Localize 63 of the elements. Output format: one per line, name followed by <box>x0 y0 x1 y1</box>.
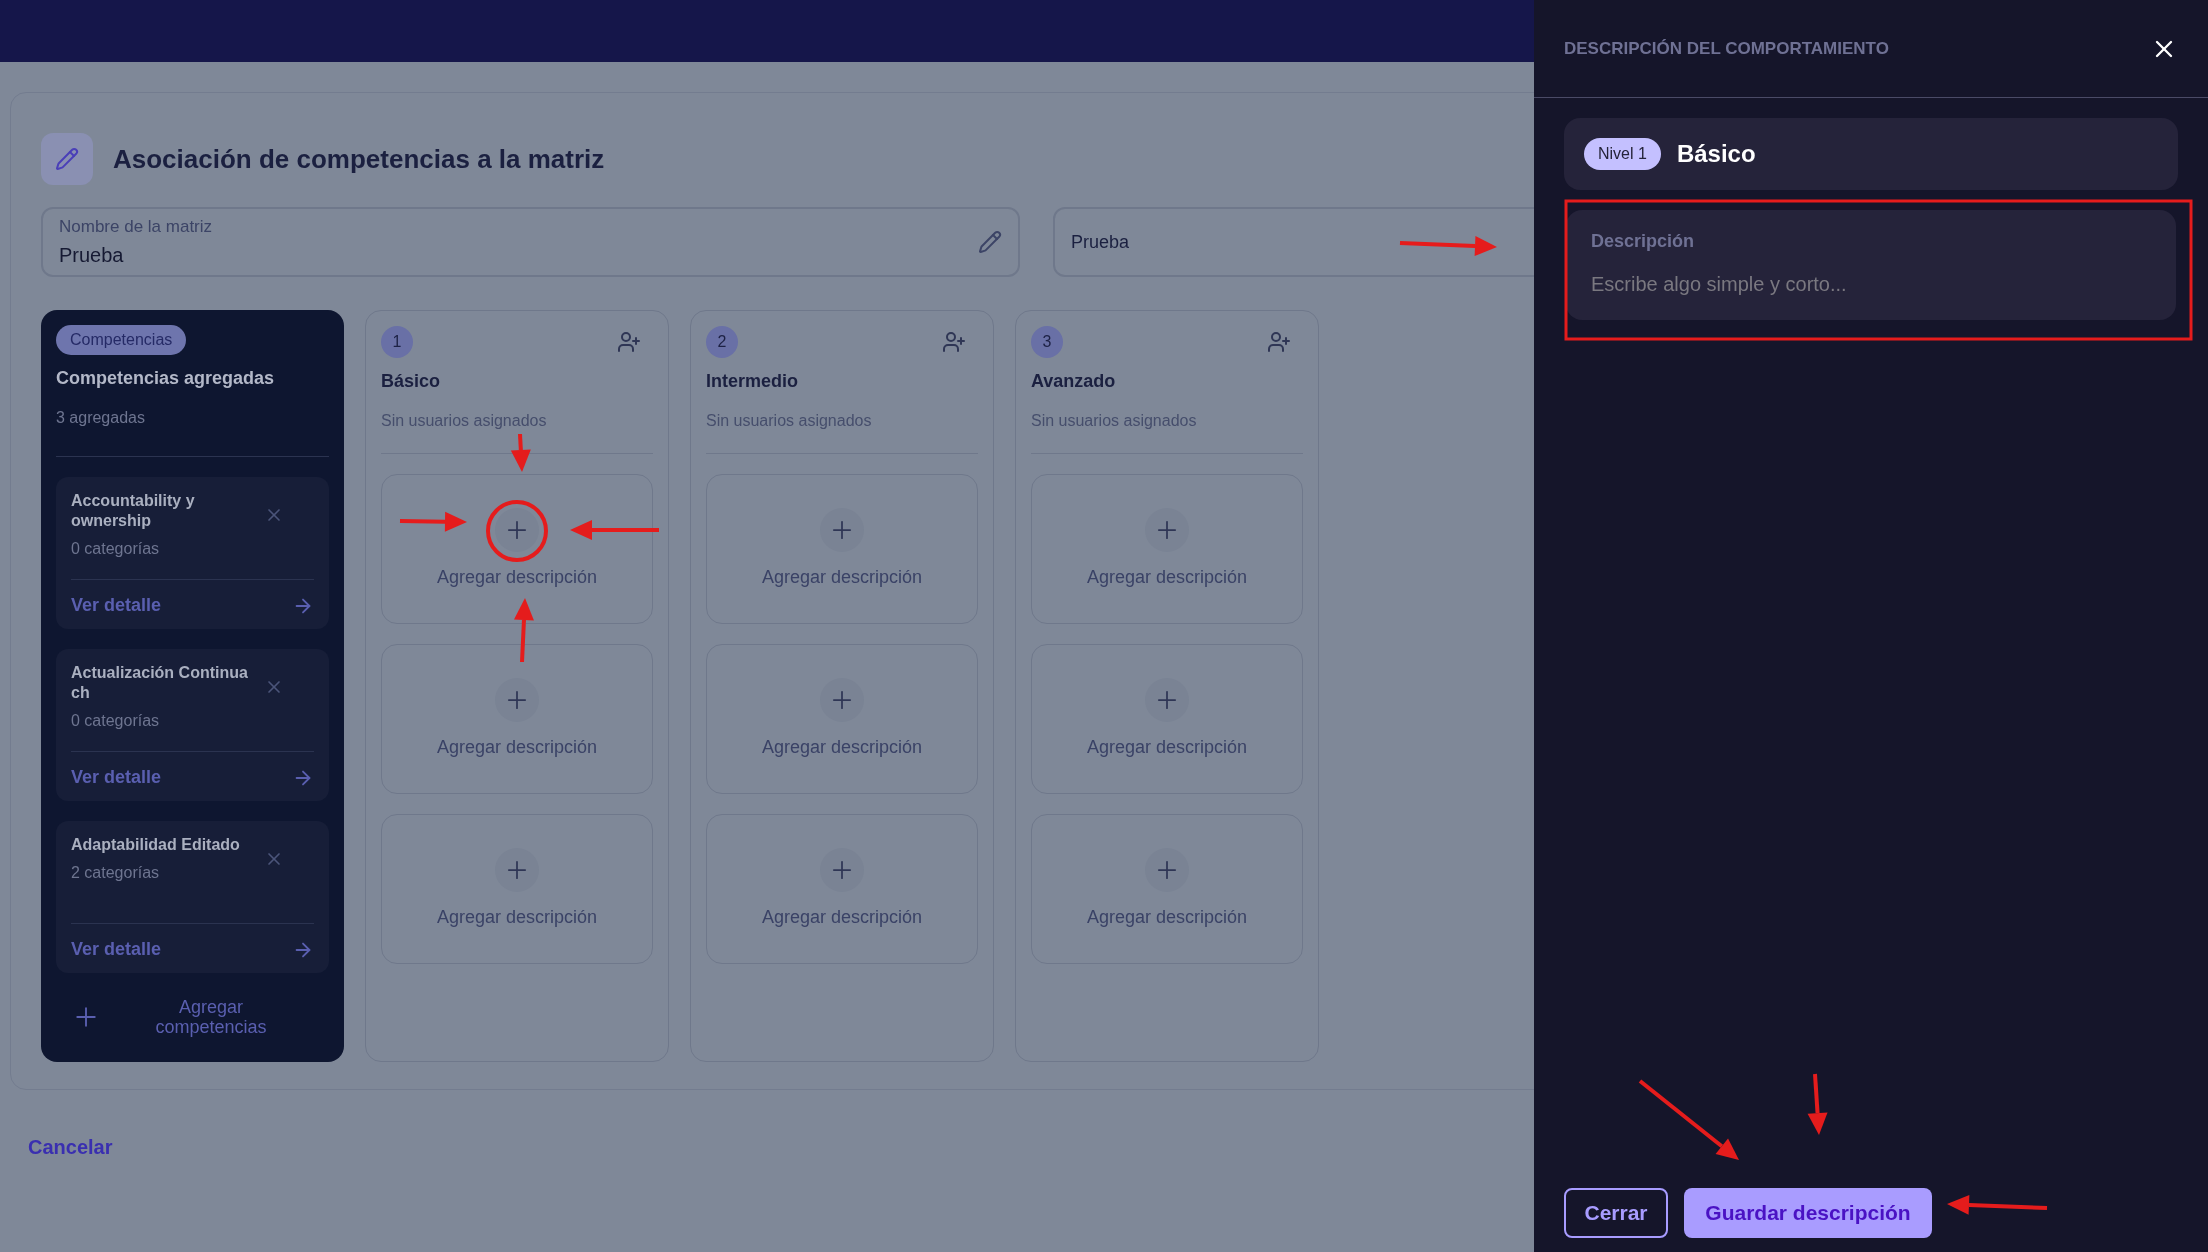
plus-icon <box>495 847 539 892</box>
category-count: 0 categorías <box>71 539 161 559</box>
add-description-card[interactable]: Agregar descripción <box>706 644 978 794</box>
field-label: Nombre de la matriz <box>59 216 213 239</box>
detail-link[interactable]: Ver detalle <box>71 764 162 791</box>
cancel-link[interactable]: Cancelar <box>28 1132 1534 1162</box>
add-user-icon[interactable] <box>942 330 966 354</box>
users-text: Sin usuarios asignados <box>706 411 873 431</box>
level-name: Intermedio <box>706 370 799 393</box>
competency-name: Actualización Continua ch <box>71 663 249 703</box>
detail-link[interactable]: Ver detalle <box>71 936 162 963</box>
add-user-icon[interactable] <box>1267 330 1291 354</box>
annotation-arrow <box>1807 1073 1828 1135</box>
count-text: 3 agregadas <box>56 408 146 428</box>
add-description-card[interactable]: Agregar descripción <box>706 474 978 624</box>
category-count: 2 categorías <box>71 863 161 883</box>
plus-icon <box>495 507 539 552</box>
add-competencies-button[interactable]: Agregar competencias <box>56 997 329 1037</box>
plus-icon <box>495 677 539 722</box>
highlight-circle <box>486 500 548 562</box>
page-title: Asociación de competencias a la matriz <box>113 142 605 176</box>
annotation-arrow <box>514 598 534 663</box>
add-description-card[interactable]: Agregar descripción <box>1031 644 1303 794</box>
competency-name: Adaptabilidad Editado <box>71 835 241 855</box>
detail-link[interactable]: Ver detalle <box>71 592 162 619</box>
description-field[interactable]: Descripción Escribe algo simple y corto... <box>1566 210 2176 320</box>
competency-name: Accountability y ownership <box>71 491 196 531</box>
add-description-card[interactable]: Agregar descripción <box>381 814 653 964</box>
users-text: Sin usuarios asignados <box>381 411 548 431</box>
level-badge: Nivel 1 <box>1584 138 1661 170</box>
description-input[interactable]: Escribe algo simple y corto... <box>1591 269 2151 299</box>
annotation-arrow <box>399 511 467 532</box>
field-label: Descripción <box>1591 230 1696 253</box>
add-description-card[interactable]: Agregar descripción <box>381 644 653 794</box>
plus-icon <box>820 507 864 552</box>
annotation-arrow <box>510 433 531 472</box>
edit-icon <box>41 133 93 185</box>
matrix-name-field[interactable]: Nombre de la matriz Prueba <box>41 207 1021 277</box>
add-description-card[interactable]: Agregar descripción <box>1031 474 1303 624</box>
save-button[interactable]: Guardar descripción <box>1684 1188 1932 1238</box>
level-number: 2 <box>706 326 738 358</box>
add-user-icon[interactable] <box>617 330 641 354</box>
edit-icon[interactable] <box>978 230 1003 254</box>
level-name: Básico <box>1676 139 1756 169</box>
close-button[interactable]: Cerrar <box>1564 1188 1668 1238</box>
add-description-card[interactable]: Agregar descripción <box>1031 814 1303 964</box>
add-description-card[interactable]: Agregar descripción <box>706 814 978 964</box>
panel-title: DESCRIPCIÓN DEL COMPORTAMIENTO <box>1564 37 1889 60</box>
input-field[interactable]: Prueba <box>1053 207 1534 277</box>
plus-icon <box>820 677 864 722</box>
field-value: Prueba <box>59 242 125 268</box>
level-number: 1 <box>381 326 413 358</box>
category-badge: Competencias <box>56 325 187 355</box>
category-count: 0 categorías <box>71 711 161 731</box>
plus-icon <box>1145 677 1189 722</box>
level-number: 3 <box>1031 326 1063 358</box>
level-name: Básico <box>381 370 442 393</box>
plus-icon <box>820 847 864 892</box>
section-title: Competencias agregadas <box>56 367 276 390</box>
level-name: Avanzado <box>1031 370 1117 393</box>
plus-icon <box>1145 847 1189 892</box>
users-text: Sin usuarios asignados <box>1031 411 1198 431</box>
plus-icon <box>1145 507 1189 552</box>
